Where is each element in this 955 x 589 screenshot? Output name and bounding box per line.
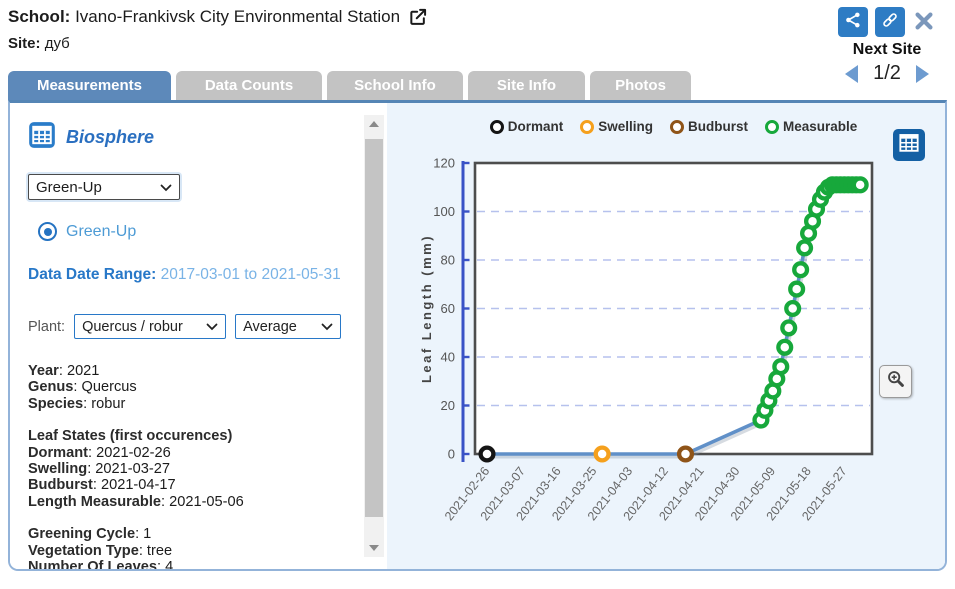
- table-icon: [896, 130, 922, 161]
- info-row: Vegetation Type: tree: [28, 543, 358, 559]
- point-measurable: [778, 341, 791, 354]
- close-icon: [913, 10, 935, 37]
- table-icon[interactable]: [28, 121, 56, 154]
- info-heading: Leaf States (first occurences): [28, 428, 358, 444]
- tab-data-counts[interactable]: Data Counts: [176, 71, 322, 100]
- header-right: Next Site 1/2: [831, 7, 943, 85]
- chart-panel: 020406080100120Leaf Length (mm)2021-02-2…: [387, 103, 945, 569]
- date-range: Data Date Range: 2017-03-01 to 2021-05-3…: [28, 266, 358, 284]
- info-row: Number Of Leaves: 4: [28, 559, 358, 569]
- info-row: Swelling: 2021-03-27: [28, 461, 358, 477]
- info-group: Year: 2021Genus: QuercusSpecies: robur: [28, 363, 358, 412]
- plant-select-value: Quercus / robur: [82, 319, 183, 335]
- point-budburst: [679, 448, 692, 461]
- next-site-label: Next Site: [853, 41, 921, 59]
- greenup-radio[interactable]: [38, 222, 57, 241]
- svg-text:80: 80: [441, 253, 455, 268]
- section-title: Biosphere: [66, 127, 154, 148]
- site-label: Site:: [8, 35, 41, 52]
- point-dormant: [481, 448, 494, 461]
- point-swelling: [596, 448, 609, 461]
- scrollbar-thumb[interactable]: [365, 139, 383, 517]
- date-range-label: Data Date Range:: [28, 266, 156, 283]
- point-measurable: [794, 263, 807, 276]
- plant-info: Year: 2021Genus: QuercusSpecies: robur Le…: [28, 363, 358, 569]
- prev-site-arrow-icon[interactable]: [845, 65, 858, 83]
- share-icon: [843, 10, 863, 35]
- legend-item-swelling: Swelling: [580, 119, 653, 134]
- legend-marker-icon: [765, 120, 779, 134]
- pager-count: 1/2: [873, 62, 901, 85]
- legend-item-dormant: Dormant: [490, 119, 564, 134]
- measurements-panel: Biosphere Green-Up Green-Up Data Date Ra…: [8, 100, 947, 571]
- tab-measurements[interactable]: Measurements: [8, 71, 171, 100]
- info-row: Budburst: 2021-04-17: [28, 477, 358, 493]
- svg-text:120: 120: [433, 156, 455, 171]
- chevron-down-icon: [160, 179, 172, 196]
- school-title: School: Ivano-Frankivsk City Environment…: [8, 7, 428, 27]
- site-pager: 1/2: [845, 62, 929, 85]
- point-measurable: [774, 360, 787, 373]
- sidebar-scrollbar[interactable]: [364, 115, 384, 557]
- protocol-select-value: Green-Up: [36, 179, 102, 196]
- info-row: Genus: Quercus: [28, 379, 358, 395]
- tab-bar: MeasurementsData CountsSchool InfoSite I…: [8, 71, 691, 100]
- info-row: Length Measurable: 2021-05-06: [28, 494, 358, 510]
- legend-item-measurable: Measurable: [765, 119, 857, 134]
- school-name: Ivano-Frankivsk City Environmental Stati…: [75, 7, 400, 26]
- scroll-down-icon[interactable]: [364, 539, 384, 557]
- link-icon: [880, 10, 900, 35]
- svg-text:40: 40: [441, 350, 455, 365]
- info-group: Greening Cycle: 1Vegetation Type: treeNu…: [28, 526, 358, 569]
- chart-legend: Dormant Swelling Budburst Measurable: [475, 119, 872, 134]
- link-button[interactable]: [875, 7, 905, 37]
- aggregate-select-value: Average: [243, 319, 297, 335]
- info-row: Greening Cycle: 1: [28, 526, 358, 542]
- point-measurable: [790, 283, 803, 296]
- plant-label: Plant:: [28, 319, 65, 335]
- site-name: дуб: [45, 35, 70, 52]
- chart-data-table-button[interactable]: [893, 129, 925, 161]
- legend-marker-icon: [580, 120, 594, 134]
- point-measurable: [786, 302, 799, 315]
- tab-photos[interactable]: Photos: [590, 71, 691, 100]
- sidebar: Biosphere Green-Up Green-Up Data Date Ra…: [10, 103, 362, 569]
- svg-text:60: 60: [441, 301, 455, 316]
- info-group: Leaf States (first occurences)Dormant: 2…: [28, 428, 358, 510]
- svg-text:0: 0: [448, 447, 455, 462]
- info-row: Species: robur: [28, 396, 358, 412]
- plant-select[interactable]: Quercus / robur: [74, 314, 226, 339]
- aggregate-select[interactable]: Average: [235, 314, 341, 339]
- site-title: Site: дуб: [8, 35, 428, 52]
- legend-marker-icon: [670, 120, 684, 134]
- legend-marker-icon: [490, 120, 504, 134]
- date-range-value: 2017-03-01 to 2021-05-31: [161, 266, 341, 283]
- point-measurable: [854, 178, 867, 191]
- chevron-down-icon: [321, 319, 333, 335]
- magnifier-plus-icon: [885, 368, 907, 395]
- school-label: School:: [8, 7, 70, 26]
- chart-zoom-button[interactable]: [879, 365, 912, 398]
- info-row: Year: 2021: [28, 363, 358, 379]
- open-external-icon[interactable]: [408, 7, 428, 27]
- svg-text:Leaf Length (mm): Leaf Length (mm): [419, 234, 434, 383]
- chevron-down-icon: [206, 319, 218, 335]
- point-measurable: [798, 241, 811, 254]
- header: School: Ivano-Frankivsk City Environment…: [8, 7, 428, 52]
- point-measurable: [782, 322, 795, 335]
- close-button[interactable]: [912, 10, 936, 34]
- next-site-arrow-icon[interactable]: [916, 65, 929, 83]
- svg-text:100: 100: [433, 204, 455, 219]
- svg-text:20: 20: [441, 398, 455, 413]
- legend-item-budburst: Budburst: [670, 119, 748, 134]
- tab-school-info[interactable]: School Info: [327, 71, 463, 100]
- tab-site-info[interactable]: Site Info: [468, 71, 585, 100]
- protocol-select[interactable]: Green-Up: [28, 174, 180, 200]
- share-button[interactable]: [838, 7, 868, 37]
- info-row: Dormant: 2021-02-26: [28, 445, 358, 461]
- scroll-up-icon[interactable]: [364, 115, 384, 133]
- greenup-radio-label: Green-Up: [66, 223, 136, 241]
- leaf-length-chart: 020406080100120Leaf Length (mm)2021-02-2…: [387, 103, 945, 569]
